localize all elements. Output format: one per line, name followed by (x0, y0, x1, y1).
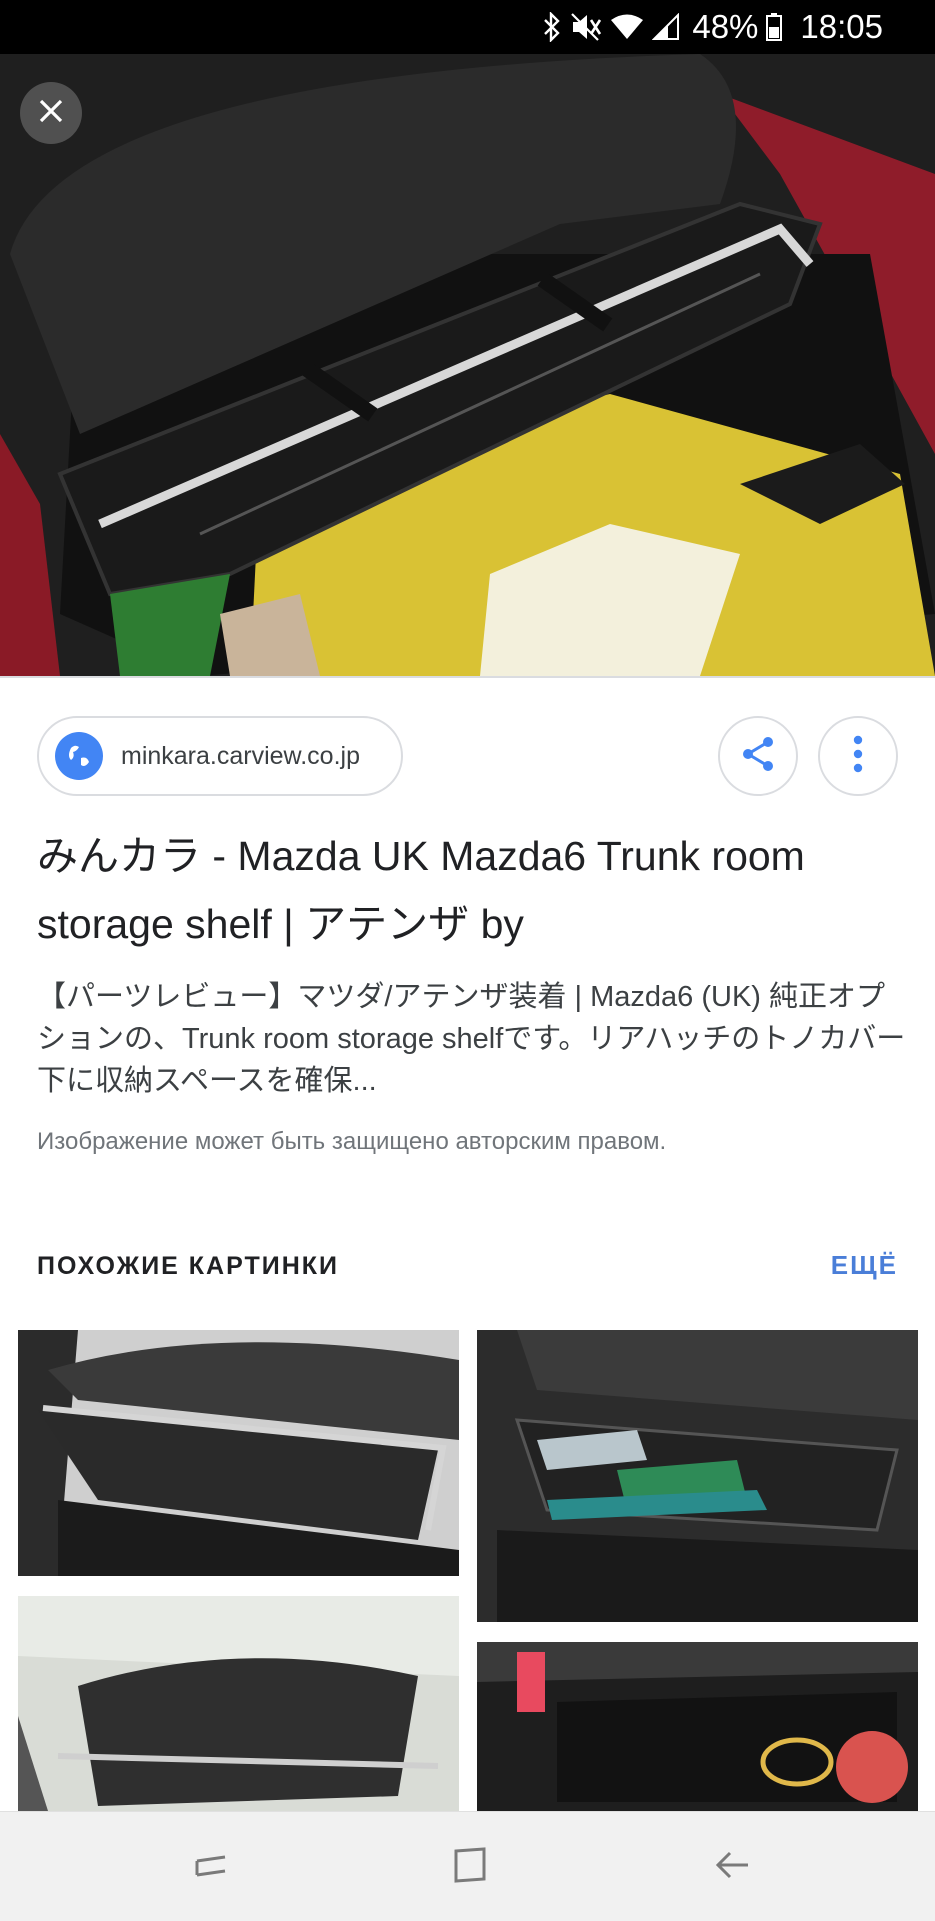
recents-button[interactable] (186, 1842, 236, 1892)
back-icon (712, 1845, 752, 1890)
share-button[interactable] (718, 716, 798, 796)
divider (0, 676, 935, 678)
more-related-link[interactable]: ЕЩЁ (831, 1250, 898, 1281)
close-button[interactable] (20, 82, 82, 144)
close-icon (36, 96, 66, 131)
recents-icon (191, 1845, 231, 1890)
related-image-thumbnail[interactable] (18, 1330, 459, 1576)
globe-icon (55, 732, 103, 780)
copyright-notice: Изображение может быть защищено авторски… (37, 1128, 667, 1155)
battery-percent: 48% (692, 8, 759, 45)
thumbnail-photo (18, 1596, 459, 1811)
trunk-photo (0, 54, 935, 676)
clock: 18:05 (800, 8, 883, 45)
status-bar: 48% 18:05 (0, 0, 935, 54)
more-options-button[interactable] (818, 716, 898, 796)
more-vertical-icon (852, 734, 864, 779)
mute-icon (570, 12, 602, 42)
related-image-thumbnail[interactable] (18, 1596, 459, 1811)
home-icon (450, 1845, 490, 1890)
share-icon (738, 734, 778, 779)
back-button[interactable] (707, 1842, 757, 1892)
battery-icon (766, 13, 783, 41)
related-image-thumbnail[interactable] (477, 1330, 918, 1622)
related-image-thumbnail[interactable] (477, 1642, 918, 1811)
thumbnail-photo (477, 1330, 918, 1622)
source-domain: minkara.carview.co.jp (121, 741, 360, 770)
thumbnail-photo (477, 1642, 918, 1811)
bluetooth-icon (542, 12, 562, 42)
signal-icon (652, 13, 680, 41)
source-link[interactable]: minkara.carview.co.jp (37, 716, 403, 796)
result-title[interactable]: みんカラ - Mazda UK Mazda6 Trunk room storag… (37, 822, 897, 958)
result-snippet: 【パーツレビュー】マツダ/アテンザ装着 | Mazda6 (UK) 純正オプショ… (37, 981, 906, 1097)
hero-image[interactable] (0, 54, 935, 676)
related-images-heading: ПОХОЖИЕ КАРТИНКИ (37, 1252, 339, 1280)
thumbnail-photo (18, 1330, 459, 1576)
wifi-icon (610, 13, 644, 41)
navigation-bar (0, 1811, 935, 1921)
home-button[interactable] (445, 1842, 495, 1892)
